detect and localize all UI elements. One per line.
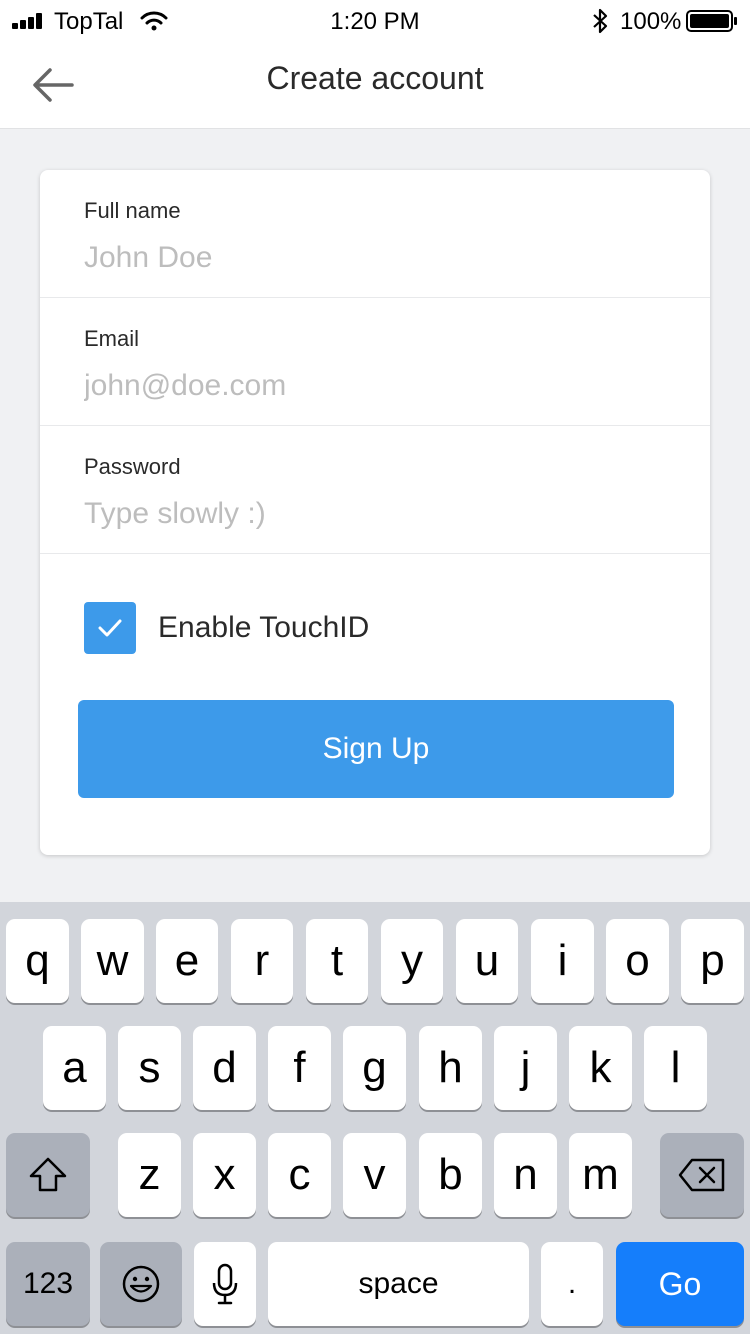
numbers-key[interactable]: 123 [6, 1242, 90, 1326]
full-name-field: Full name [40, 170, 710, 298]
email-input[interactable] [84, 364, 674, 408]
key-p[interactable]: p [681, 919, 744, 1003]
on-screen-keyboard: q w e r t y u i o p a s d f g h j k l z … [0, 902, 750, 1334]
key-u[interactable]: u [456, 919, 518, 1003]
key-o[interactable]: o [606, 919, 669, 1003]
email-label: Email [84, 326, 140, 351]
space-key[interactable]: space [268, 1242, 529, 1326]
key-k[interactable]: k [569, 1026, 632, 1110]
microphone-key[interactable] [194, 1242, 256, 1326]
touchid-checkbox[interactable] [84, 602, 136, 654]
battery-percent: 100% [620, 8, 682, 35]
key-b[interactable]: b [419, 1133, 482, 1217]
key-m[interactable]: m [569, 1133, 632, 1217]
emoji-key[interactable] [100, 1242, 182, 1326]
password-label: Password [84, 454, 181, 479]
key-q[interactable]: q [6, 919, 69, 1003]
password-input[interactable] [84, 492, 674, 536]
touchid-label: Enable TouchID [158, 611, 370, 644]
shift-key[interactable] [6, 1133, 90, 1217]
key-i[interactable]: i [531, 919, 594, 1003]
status-bar: TopTal 1:20 PM 100% [0, 0, 750, 44]
sign-up-button[interactable]: Sign Up [78, 700, 674, 798]
key-g[interactable]: g [343, 1026, 406, 1110]
key-j[interactable]: j [494, 1026, 557, 1110]
backspace-icon [678, 1158, 725, 1192]
key-l[interactable]: l [644, 1026, 707, 1110]
go-key[interactable]: Go [616, 1242, 744, 1326]
key-t[interactable]: t [306, 919, 368, 1003]
full-name-input[interactable] [84, 236, 674, 280]
key-v[interactable]: v [343, 1133, 406, 1217]
signup-form-card: Full name Email Password Enable TouchID … [40, 170, 710, 855]
bluetooth-icon [593, 8, 608, 34]
key-h[interactable]: h [419, 1026, 482, 1110]
touchid-toggle[interactable]: Enable TouchID [84, 602, 369, 654]
key-r[interactable]: r [231, 919, 293, 1003]
key-c[interactable]: c [268, 1133, 331, 1217]
key-y[interactable]: y [381, 919, 443, 1003]
page-title: Create account [266, 60, 484, 96]
key-x[interactable]: x [193, 1133, 256, 1217]
nav-bar: Create account [0, 44, 750, 129]
delete-key[interactable] [660, 1133, 744, 1217]
microphone-icon [212, 1263, 238, 1305]
period-key[interactable]: . [541, 1242, 603, 1326]
key-s[interactable]: s [118, 1026, 181, 1110]
shift-icon [29, 1157, 67, 1192]
key-a[interactable]: a [43, 1026, 106, 1110]
key-e[interactable]: e [156, 919, 218, 1003]
key-f[interactable]: f [268, 1026, 331, 1110]
battery-icon [686, 10, 737, 32]
key-w[interactable]: w [81, 919, 144, 1003]
emoji-icon [122, 1265, 160, 1303]
checkmark-icon [98, 619, 122, 637]
email-field: Email [40, 298, 710, 426]
password-field: Password [40, 426, 710, 554]
key-z[interactable]: z [118, 1133, 181, 1217]
key-d[interactable]: d [193, 1026, 256, 1110]
key-n[interactable]: n [494, 1133, 557, 1217]
full-name-label: Full name [84, 198, 181, 223]
